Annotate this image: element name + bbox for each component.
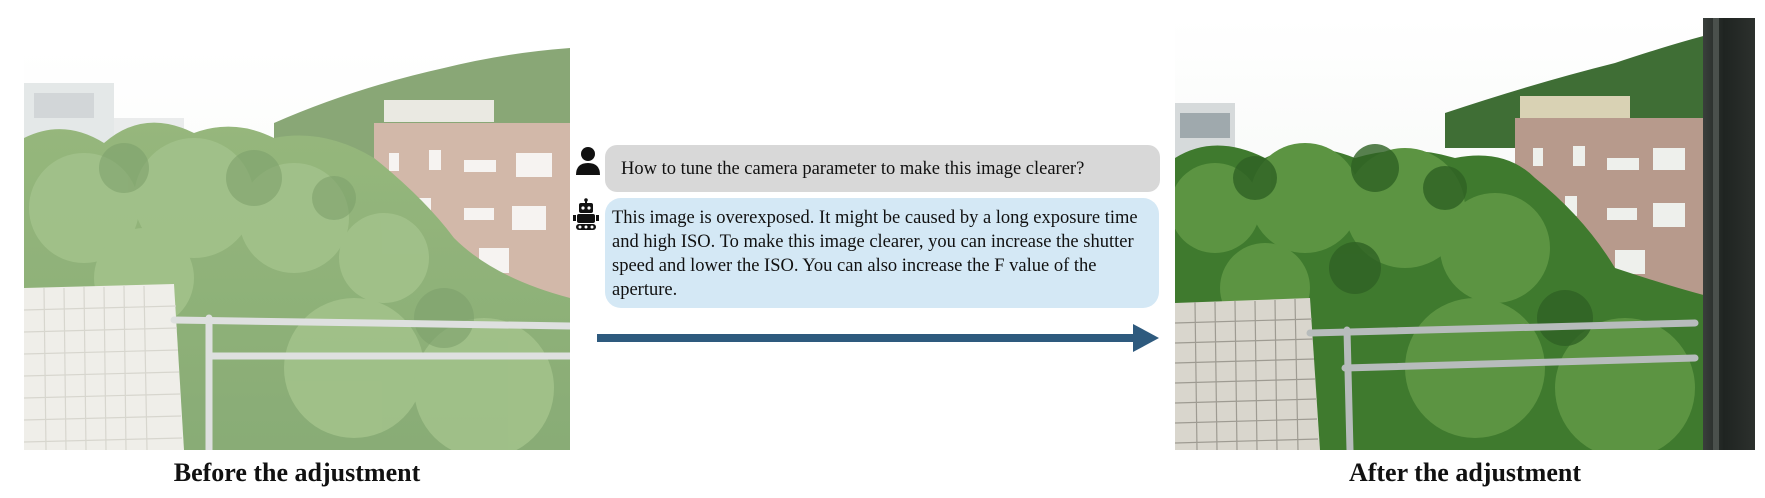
before-photo-scene bbox=[24, 48, 570, 450]
question-bubble: How to tune the camera parameter to make… bbox=[605, 145, 1160, 192]
after-photo-scene bbox=[1175, 18, 1755, 450]
person-icon bbox=[573, 145, 603, 179]
right-arrow-icon bbox=[597, 324, 1159, 352]
before-caption: Before the adjustment bbox=[173, 458, 421, 487]
after-caption: After the adjustment bbox=[1348, 458, 1582, 487]
before-photo bbox=[24, 48, 570, 450]
answer-bubble: This image is overexposed. It might be c… bbox=[605, 198, 1159, 308]
after-photo bbox=[1175, 18, 1755, 450]
robot-icon bbox=[571, 198, 601, 232]
